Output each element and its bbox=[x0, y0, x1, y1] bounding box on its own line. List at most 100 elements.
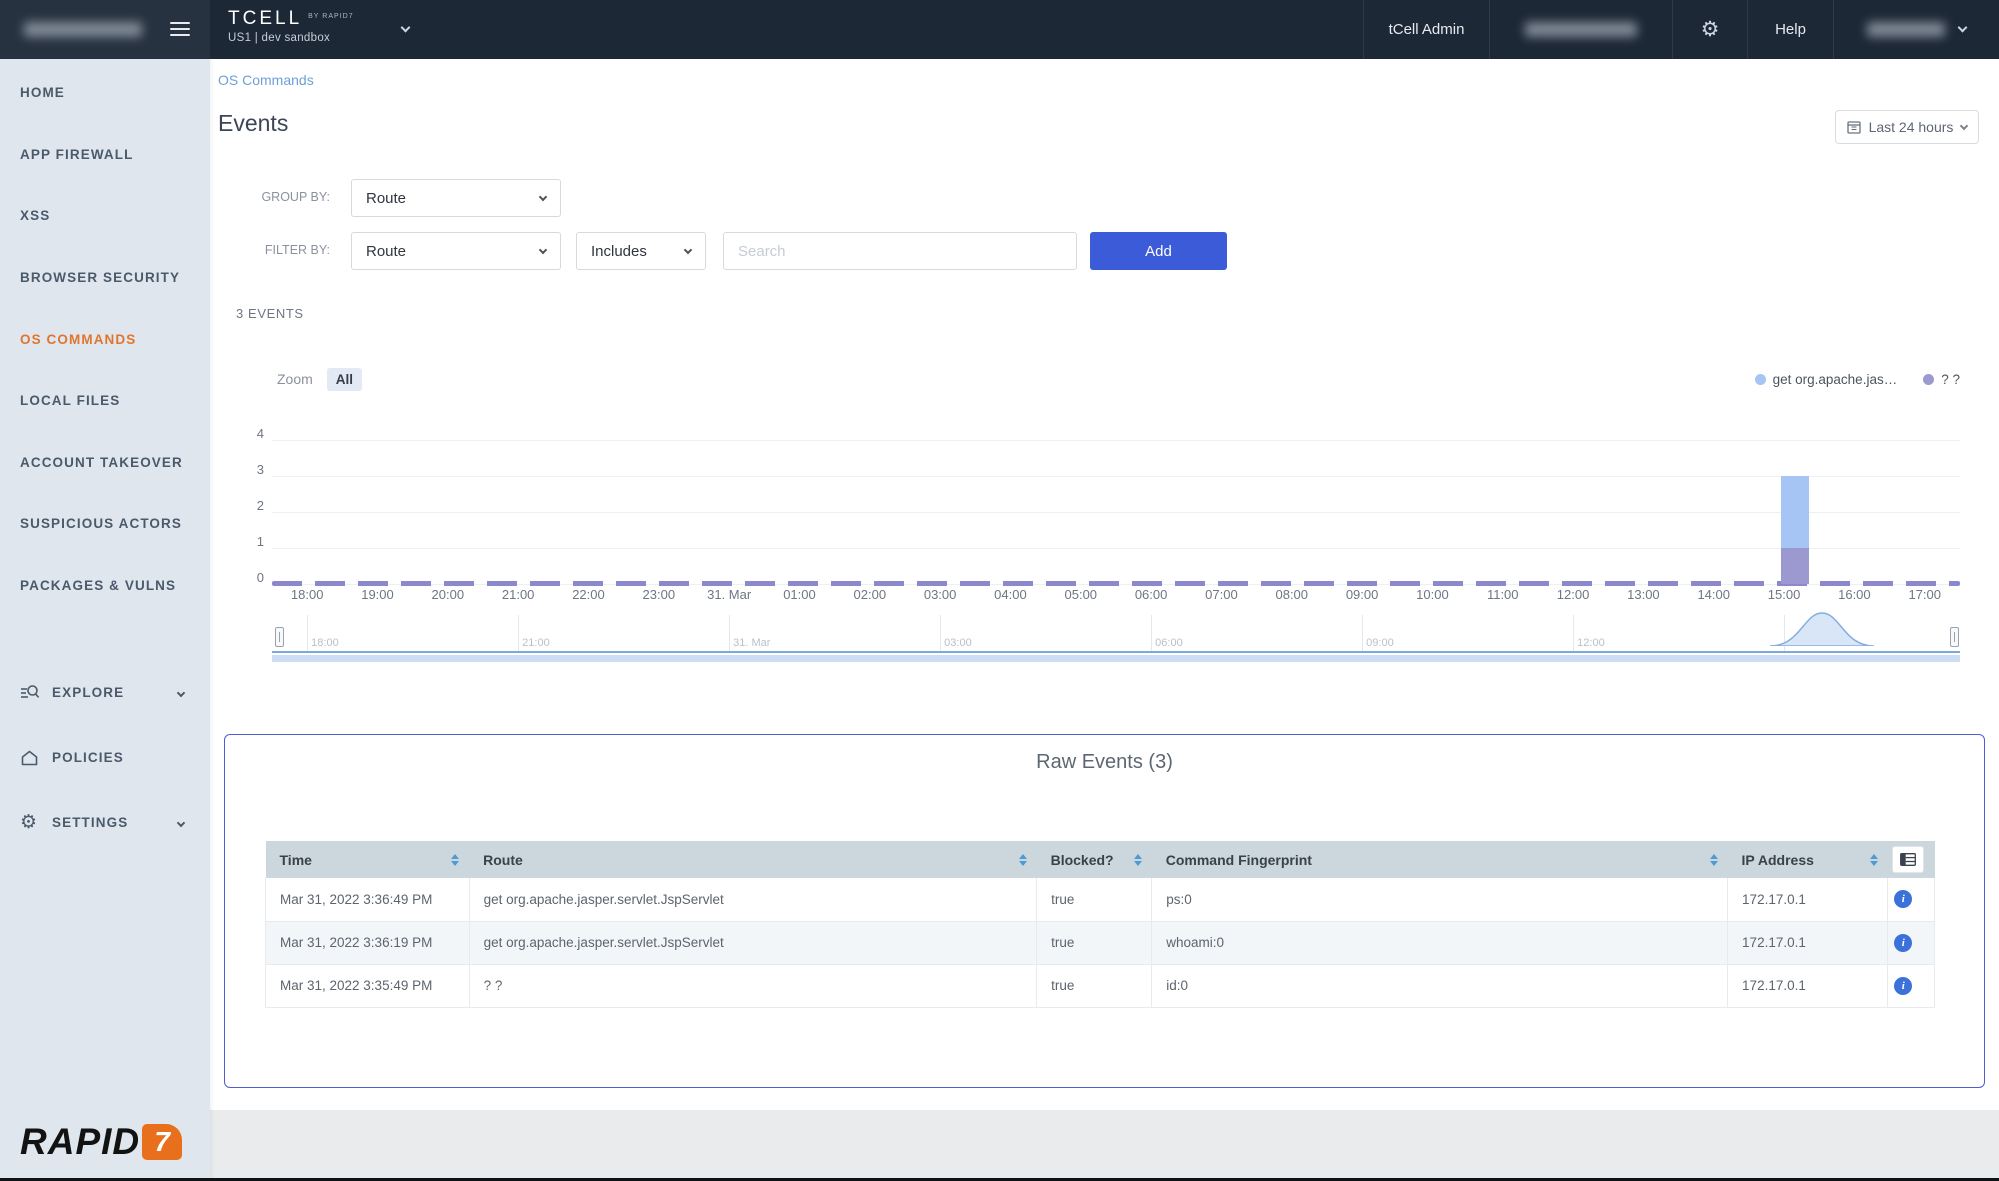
explore-search-icon bbox=[20, 684, 42, 702]
sidebar-nav: HOMEAPP FIREWALLXSSBROWSER SECURITYOS CO… bbox=[0, 59, 210, 616]
cell-command-fingerprint: ps:0 bbox=[1152, 878, 1728, 921]
y-axis-tick-label: 2 bbox=[224, 498, 264, 513]
sidebar-item-packages-vulns[interactable]: PACKAGES & VULNS bbox=[0, 555, 210, 617]
sidebar-item-home[interactable]: HOME bbox=[0, 62, 210, 124]
filter-operator-chevron-down-icon bbox=[684, 245, 692, 253]
group-by-value: Route bbox=[366, 190, 406, 207]
filter-search-input[interactable] bbox=[723, 232, 1077, 270]
filter-field-select[interactable]: Route bbox=[351, 232, 561, 270]
product-logo: TCELL BY RAPID7 US1 | dev sandbox bbox=[228, 0, 354, 59]
sidebar-item-app-firewall[interactable]: APP FIREWALL bbox=[0, 124, 210, 186]
x-axis-tick-label: 17:00 bbox=[1890, 587, 1960, 602]
time-range-button[interactable]: Last 24 hours bbox=[1835, 110, 1979, 144]
tcell-admin-link[interactable]: tCell Admin bbox=[1363, 0, 1489, 59]
y-gridline bbox=[272, 512, 1960, 513]
sidebar-item-label: SETTINGS bbox=[52, 815, 128, 830]
sidebar-item-account-takeover[interactable]: ACCOUNT TAKEOVER bbox=[0, 432, 210, 494]
chart-navigator[interactable]: 18:0021:0031. Mar03:0006:0009:0012:0015:… bbox=[272, 615, 1960, 653]
legend-item-get-org-apache-jas[interactable]: get org.apache.jas… bbox=[1755, 372, 1898, 387]
chevron-down-icon bbox=[177, 819, 185, 827]
sort-arrows-icon[interactable] bbox=[1870, 854, 1878, 866]
y-axis-tick-label: 1 bbox=[224, 534, 264, 549]
bar-segment-unknown-route[interactable] bbox=[1781, 548, 1809, 584]
x-axis-tick-label: 07:00 bbox=[1186, 587, 1256, 602]
cell-ip-address: 172.17.0.1 bbox=[1728, 964, 1888, 1007]
group-by-label: GROUP BY: bbox=[210, 190, 330, 204]
column-header-time[interactable]: Time bbox=[266, 841, 470, 878]
sidebar-item-label: EXPLORE bbox=[52, 685, 124, 700]
footer-strip bbox=[210, 1110, 1999, 1181]
rapid7-logo-seven: 7 bbox=[142, 1124, 182, 1160]
x-axis-tick-label: 21:00 bbox=[483, 587, 553, 602]
legend-item-[interactable]: ? ? bbox=[1923, 372, 1960, 387]
cell-time: Mar 31, 2022 3:35:49 PM bbox=[266, 964, 470, 1007]
column-label: Blocked? bbox=[1051, 852, 1114, 868]
cell-blocked: true bbox=[1037, 964, 1152, 1007]
event-details-info-icon[interactable]: i bbox=[1894, 934, 1912, 952]
zoom-all-button[interactable]: All bbox=[327, 368, 362, 391]
sort-arrows-icon[interactable] bbox=[1710, 854, 1718, 866]
navigator-left-handle[interactable] bbox=[275, 627, 284, 647]
events-count-label: 3 EVENTS bbox=[236, 306, 304, 321]
cell-ip-address: 172.17.0.1 bbox=[1728, 921, 1888, 964]
menu-icon[interactable] bbox=[170, 22, 190, 40]
sidebar-item-local-files[interactable]: LOCAL FILES bbox=[0, 370, 210, 432]
table-row: Mar 31, 2022 3:36:19 PMget org.apache.ja… bbox=[266, 921, 1935, 964]
sidebar-item-explore[interactable]: EXPLORE bbox=[0, 660, 210, 725]
legend-label: ? ? bbox=[1941, 372, 1960, 387]
user-menu[interactable] bbox=[1833, 0, 1999, 59]
cell-time: Mar 31, 2022 3:36:19 PM bbox=[266, 921, 470, 964]
navigator-tick-label: 18:00 bbox=[311, 637, 339, 649]
bar-segment-jspservlet-route[interactable] bbox=[1781, 476, 1809, 548]
org-switcher[interactable] bbox=[0, 0, 210, 59]
navigator-right-handle[interactable] bbox=[1950, 627, 1959, 647]
event-details-info-icon[interactable]: i bbox=[1894, 977, 1912, 995]
navigator-gridline bbox=[1573, 615, 1574, 651]
column-header-command-fingerprint[interactable]: Command Fingerprint bbox=[1152, 841, 1728, 878]
app-window: TCELL BY RAPID7 US1 | dev sandbox tCell … bbox=[0, 0, 1999, 1181]
breadcrumb[interactable]: OS Commands bbox=[218, 72, 314, 88]
x-axis-labels: 18:0019:0020:0021:0022:0023:0031. Mar01:… bbox=[272, 587, 1960, 602]
navigator-series-spike bbox=[1762, 610, 1882, 651]
sidebar-item-settings[interactable]: ⚙SETTINGS bbox=[0, 790, 210, 855]
column-header-blocked[interactable]: Blocked? bbox=[1037, 841, 1152, 878]
sidebar-item-browser-security[interactable]: BROWSER SECURITY bbox=[0, 247, 210, 309]
cell-route: get org.apache.jasper.servlet.JspServlet bbox=[469, 878, 1036, 921]
filter-operator-select[interactable]: Includes bbox=[576, 232, 706, 270]
event-details-info-icon[interactable]: i bbox=[1894, 890, 1912, 908]
y-axis-tick-label: 3 bbox=[224, 462, 264, 477]
policies-home-icon bbox=[20, 749, 42, 767]
x-axis-tick-label: 09:00 bbox=[1327, 587, 1397, 602]
page-title: Events bbox=[218, 110, 288, 137]
settings-gear-icon[interactable]: ⚙ bbox=[1672, 0, 1747, 59]
sidebar-item-xss[interactable]: XSS bbox=[0, 185, 210, 247]
cell-blocked: true bbox=[1037, 921, 1152, 964]
help-link[interactable]: Help bbox=[1747, 0, 1833, 59]
add-filter-button[interactable]: Add bbox=[1090, 232, 1227, 270]
account-menu[interactable] bbox=[1489, 0, 1672, 59]
navigator-tick-label: 31. Mar bbox=[733, 637, 770, 649]
sort-arrows-icon[interactable] bbox=[451, 854, 459, 866]
calendar-icon bbox=[1847, 120, 1861, 134]
sidebar-item-label: POLICIES bbox=[52, 750, 124, 765]
navigator-scrollbar[interactable] bbox=[272, 655, 1960, 662]
sidebar-item-suspicious-actors[interactable]: SUSPICIOUS ACTORS bbox=[0, 493, 210, 555]
user-chevron-down-icon bbox=[1958, 23, 1968, 33]
rapid7-logo: RAPID 7 bbox=[20, 1121, 182, 1163]
column-settings-icon[interactable] bbox=[1892, 846, 1924, 873]
x-axis-tick-label: 04:00 bbox=[975, 587, 1045, 602]
sidebar-item-policies[interactable]: POLICIES bbox=[0, 725, 210, 790]
group-by-select[interactable]: Route bbox=[351, 179, 561, 217]
app-switcher-chevron-down-icon[interactable] bbox=[400, 23, 410, 33]
sidebar-item-os-commands[interactable]: OS COMMANDS bbox=[0, 308, 210, 370]
navigator-gridline bbox=[307, 615, 308, 651]
navigator-tick-label: 06:00 bbox=[1155, 637, 1183, 649]
sidebar: HOMEAPP FIREWALLXSSBROWSER SECURITYOS CO… bbox=[0, 59, 210, 1181]
sort-arrows-icon[interactable] bbox=[1019, 854, 1027, 866]
column-header-ip-address[interactable]: IP Address bbox=[1728, 841, 1888, 878]
sort-arrows-icon[interactable] bbox=[1134, 854, 1142, 866]
column-label: Command Fingerprint bbox=[1166, 852, 1312, 868]
cell-details: i bbox=[1888, 878, 1935, 921]
column-settings-button[interactable] bbox=[1888, 841, 1935, 878]
column-header-route[interactable]: Route bbox=[469, 841, 1036, 878]
